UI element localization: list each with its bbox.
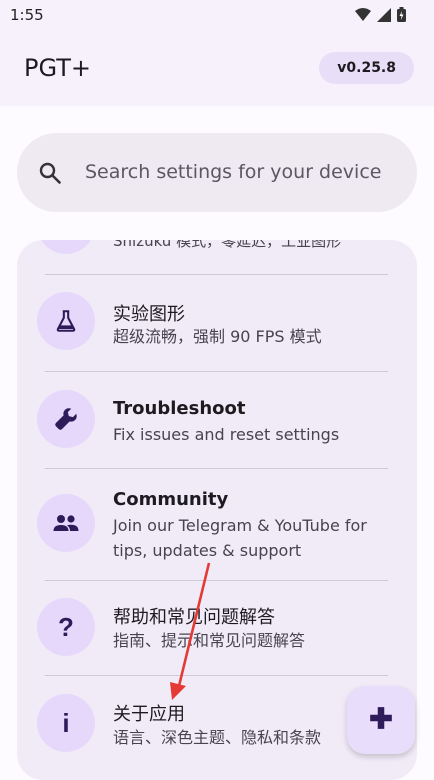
flask-icon bbox=[37, 292, 95, 350]
status-bar: 1:55 bbox=[0, 0, 434, 32]
info-icon: i bbox=[37, 694, 95, 752]
list-item-subtitle: Join our Telegram & YouTube for tips, up… bbox=[113, 516, 367, 560]
search-input[interactable]: Search settings for your device bbox=[85, 161, 381, 183]
status-icons bbox=[355, 7, 406, 26]
gamepad-icon bbox=[368, 705, 394, 735]
people-icon bbox=[37, 494, 95, 552]
list-item-title: Community bbox=[113, 489, 229, 510]
list-item-title: Troubleshoot bbox=[113, 398, 246, 419]
search-bar[interactable]: Search settings for your device bbox=[17, 133, 417, 212]
list-item-partial[interactable]: Shizuku 模式，零延迟，工业图形 bbox=[17, 240, 417, 274]
wrench-icon bbox=[37, 390, 95, 448]
wifi-icon bbox=[355, 7, 371, 26]
list-item-help-faq[interactable]: ? 帮助和常见问题解答 指南、提示和常见问题解答 bbox=[17, 581, 417, 676]
list-item-title: 关于应用 bbox=[113, 704, 185, 725]
version-chip[interactable]: v0.25.8 bbox=[319, 52, 414, 84]
list-item-title: 帮助和常见问题解答 bbox=[113, 607, 275, 628]
list-item-experimental-graphics[interactable]: 实验图形 超级流畅，强制 90 FPS 模式 bbox=[17, 275, 417, 371]
list-item-subtitle: 指南、提示和常见问题解答 bbox=[113, 631, 306, 650]
question-icon: ? bbox=[37, 598, 95, 656]
app-title: PGT+ bbox=[24, 54, 91, 82]
status-time: 1:55 bbox=[10, 6, 44, 24]
partial-item-icon bbox=[37, 240, 95, 254]
search-icon bbox=[39, 162, 61, 188]
list-item-subtitle: Shizuku 模式，零延迟，工业图形 bbox=[113, 240, 342, 250]
signal-icon bbox=[377, 7, 391, 26]
gamepad-fab-button[interactable] bbox=[347, 686, 415, 754]
list-item-subtitle: 超级流畅，强制 90 FPS 模式 bbox=[113, 327, 322, 346]
list-item-title: 实验图形 bbox=[113, 304, 185, 325]
list-item-community[interactable]: Community Join our Telegram & YouTube fo… bbox=[17, 469, 417, 581]
battery-icon bbox=[397, 7, 406, 26]
app-bar: PGT+ v0.25.8 bbox=[0, 32, 434, 106]
list-item-subtitle: Fix issues and reset settings bbox=[113, 425, 340, 444]
list-item-troubleshoot[interactable]: Troubleshoot Fix issues and reset settin… bbox=[17, 372, 417, 468]
